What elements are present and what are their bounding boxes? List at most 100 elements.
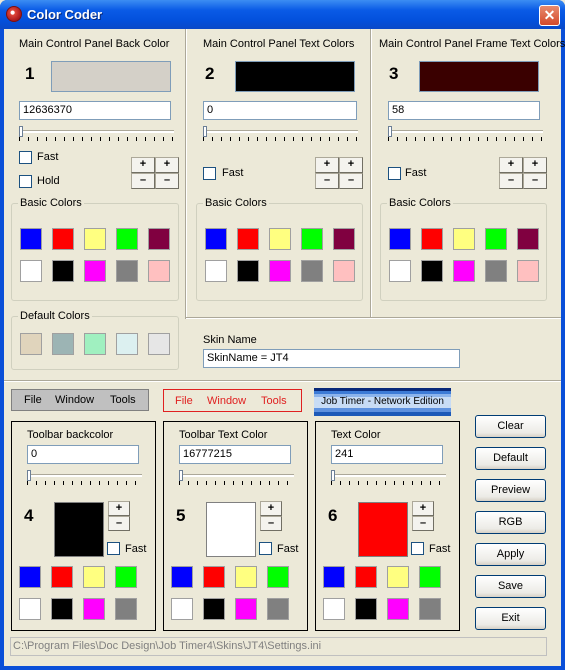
fast-checkbox[interactable]: [203, 167, 216, 180]
color-slider[interactable]: [27, 470, 142, 486]
color-swatch-black[interactable]: [51, 598, 73, 620]
skin-name-input[interactable]: SkinName = JT4: [203, 349, 460, 368]
color-swatch-white[interactable]: [389, 260, 411, 282]
slider-thumb[interactable]: [331, 470, 335, 481]
increment-button[interactable]: +: [339, 157, 363, 173]
color-swatch-magenta[interactable]: [453, 260, 475, 282]
decrement-button[interactable]: –: [108, 516, 130, 531]
increment-button[interactable]: +: [155, 157, 179, 173]
default-color-swatch[interactable]: [84, 333, 106, 355]
decrement-button[interactable]: –: [155, 173, 179, 189]
color-swatch-green[interactable]: [115, 566, 137, 588]
color-swatch-magenta[interactable]: [83, 598, 105, 620]
color-swatch-green[interactable]: [301, 228, 323, 250]
color-swatch-green[interactable]: [419, 566, 441, 588]
color-value-input[interactable]: 0: [203, 101, 357, 120]
color-swatch-magenta[interactable]: [387, 598, 409, 620]
color-swatch-green[interactable]: [267, 566, 289, 588]
color-swatch-yellow[interactable]: [235, 566, 257, 588]
color-value-input[interactable]: 16777215: [179, 445, 291, 464]
color-swatch-black[interactable]: [237, 260, 259, 282]
fast-checkbox[interactable]: [107, 542, 120, 555]
color-swatch-yellow[interactable]: [269, 228, 291, 250]
color-swatch-gray[interactable]: [116, 260, 138, 282]
color-swatch-pink[interactable]: [333, 260, 355, 282]
color-swatch-red[interactable]: [52, 228, 74, 250]
apply-button[interactable]: Apply: [475, 543, 546, 566]
exit-button[interactable]: Exit: [475, 607, 546, 630]
color-swatch-black[interactable]: [52, 260, 74, 282]
increment-button[interactable]: +: [412, 501, 434, 516]
color-swatch-red[interactable]: [203, 566, 225, 588]
decrement-button[interactable]: –: [523, 173, 547, 189]
increment-button[interactable]: +: [499, 157, 523, 173]
decrement-button[interactable]: –: [315, 173, 339, 189]
increment-button[interactable]: +: [108, 501, 130, 516]
color-value-input[interactable]: 241: [331, 445, 443, 464]
color-swatch-white[interactable]: [19, 598, 41, 620]
color-swatch-white[interactable]: [323, 598, 345, 620]
color-slider[interactable]: [388, 126, 543, 142]
color-swatch-maroon[interactable]: [333, 228, 355, 250]
color-swatch-red[interactable]: [421, 228, 443, 250]
color-slider[interactable]: [203, 126, 358, 142]
default-button[interactable]: Default: [475, 447, 546, 470]
color-swatch-yellow[interactable]: [453, 228, 475, 250]
increment-button[interactable]: +: [131, 157, 155, 173]
color-value-input[interactable]: 12636370: [19, 101, 171, 120]
color-swatch-black[interactable]: [355, 598, 377, 620]
color-slider[interactable]: [331, 470, 446, 486]
color-swatch-gray[interactable]: [267, 598, 289, 620]
color-swatch-white[interactable]: [171, 598, 193, 620]
clear-button[interactable]: Clear: [475, 415, 546, 438]
fast-checkbox[interactable]: [388, 167, 401, 180]
menu-tools[interactable]: Tools: [261, 395, 287, 407]
color-swatch-blue[interactable]: [19, 566, 41, 588]
menu-file[interactable]: File: [175, 395, 193, 407]
increment-button[interactable]: +: [260, 501, 282, 516]
fast-checkbox[interactable]: [259, 542, 272, 555]
color-swatch-yellow[interactable]: [83, 566, 105, 588]
color-swatch-magenta[interactable]: [235, 598, 257, 620]
menu-tools[interactable]: Tools: [110, 394, 136, 406]
decrement-button[interactable]: –: [412, 516, 434, 531]
color-swatch-gray[interactable]: [419, 598, 441, 620]
color-swatch-maroon[interactable]: [517, 228, 539, 250]
rgb-button[interactable]: RGB: [475, 511, 546, 534]
color-swatch-green[interactable]: [116, 228, 138, 250]
color-swatch-black[interactable]: [203, 598, 225, 620]
fast-checkbox[interactable]: [19, 151, 32, 164]
color-swatch-green[interactable]: [485, 228, 507, 250]
color-slider[interactable]: [19, 126, 174, 142]
menu-file[interactable]: File: [24, 394, 42, 406]
slider-thumb[interactable]: [27, 470, 31, 481]
color-swatch-pink[interactable]: [148, 260, 170, 282]
color-swatch-maroon[interactable]: [148, 228, 170, 250]
increment-button[interactable]: +: [315, 157, 339, 173]
menu-window[interactable]: Window: [207, 395, 246, 407]
menu-window[interactable]: Window: [55, 394, 94, 406]
color-swatch-magenta[interactable]: [269, 260, 291, 282]
color-swatch-magenta[interactable]: [84, 260, 106, 282]
color-swatch-black[interactable]: [421, 260, 443, 282]
slider-thumb[interactable]: [388, 126, 392, 137]
save-button[interactable]: Save: [475, 575, 546, 598]
default-color-swatch[interactable]: [52, 333, 74, 355]
color-value-input[interactable]: 0: [27, 445, 139, 464]
default-color-swatch[interactable]: [116, 333, 138, 355]
color-swatch-gray[interactable]: [301, 260, 323, 282]
color-swatch-blue[interactable]: [205, 228, 227, 250]
default-color-swatch[interactable]: [20, 333, 42, 355]
decrement-button[interactable]: –: [339, 173, 363, 189]
color-swatch-yellow[interactable]: [387, 566, 409, 588]
color-swatch-red[interactable]: [51, 566, 73, 588]
fast-checkbox[interactable]: [411, 542, 424, 555]
decrement-button[interactable]: –: [499, 173, 523, 189]
color-swatch-blue[interactable]: [323, 566, 345, 588]
increment-button[interactable]: +: [523, 157, 547, 173]
color-swatch-pink[interactable]: [517, 260, 539, 282]
color-slider[interactable]: [179, 470, 294, 486]
hold-checkbox[interactable]: [19, 175, 32, 188]
slider-thumb[interactable]: [179, 470, 183, 481]
color-swatch-yellow[interactable]: [84, 228, 106, 250]
